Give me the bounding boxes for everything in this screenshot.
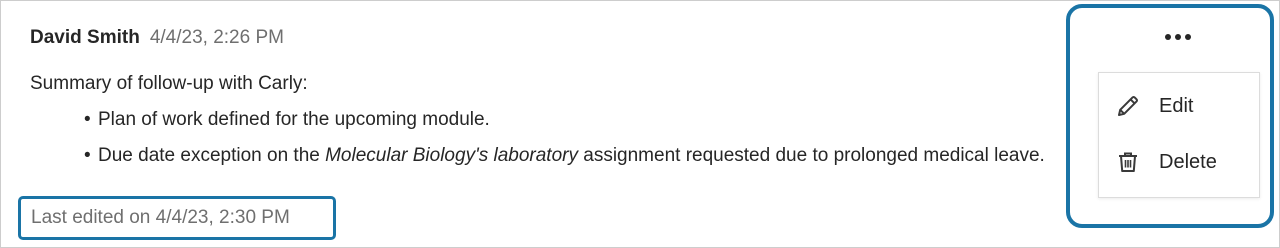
note-timestamp: 4/4/23, 2:26 PM — [149, 27, 284, 48]
more-options-button[interactable] — [1158, 24, 1198, 50]
bullet-text-prefix: Due date exception on the — [98, 145, 326, 166]
ellipsis-horizontal-icon — [1165, 34, 1171, 40]
options-menu: Edit Delete — [1098, 72, 1260, 198]
last-edited-highlight: Last edited on 4/4/23, 2:30 PM — [18, 196, 336, 240]
note-header: David Smith 4/4/23, 2:26 PM — [30, 26, 1060, 50]
bullet-item: Due date exception on the Molecular Biol… — [84, 140, 1060, 172]
ellipsis-horizontal-icon — [1185, 34, 1191, 40]
edit-label: Edit — [1159, 94, 1194, 117]
delete-label: Delete — [1159, 150, 1217, 173]
last-edited-text: Last edited on 4/4/23, 2:30 PM — [31, 207, 290, 228]
edit-menu-item[interactable]: Edit — [1099, 83, 1259, 129]
bullet-text-suffix: assignment requested due to prolonged me… — [577, 145, 1045, 166]
bullet-item: Plan of work defined for the upcoming mo… — [84, 104, 1060, 136]
bullet-text: Plan of work defined for the upcoming mo… — [98, 109, 490, 130]
author-name: David Smith — [30, 27, 140, 48]
delete-menu-item[interactable]: Delete — [1099, 139, 1259, 185]
bullet-text-emphasis: Molecular Biology's laboratory — [325, 145, 578, 166]
pencil-icon — [1115, 93, 1141, 119]
ellipsis-horizontal-icon — [1175, 34, 1181, 40]
note-summary: Summary of follow-up with Carly: — [30, 73, 308, 94]
note-content: David Smith 4/4/23, 2:26 PM Summary of f… — [30, 26, 1060, 172]
note-bullet-list: Plan of work defined for the upcoming mo… — [84, 104, 1060, 172]
trash-icon — [1115, 149, 1141, 175]
